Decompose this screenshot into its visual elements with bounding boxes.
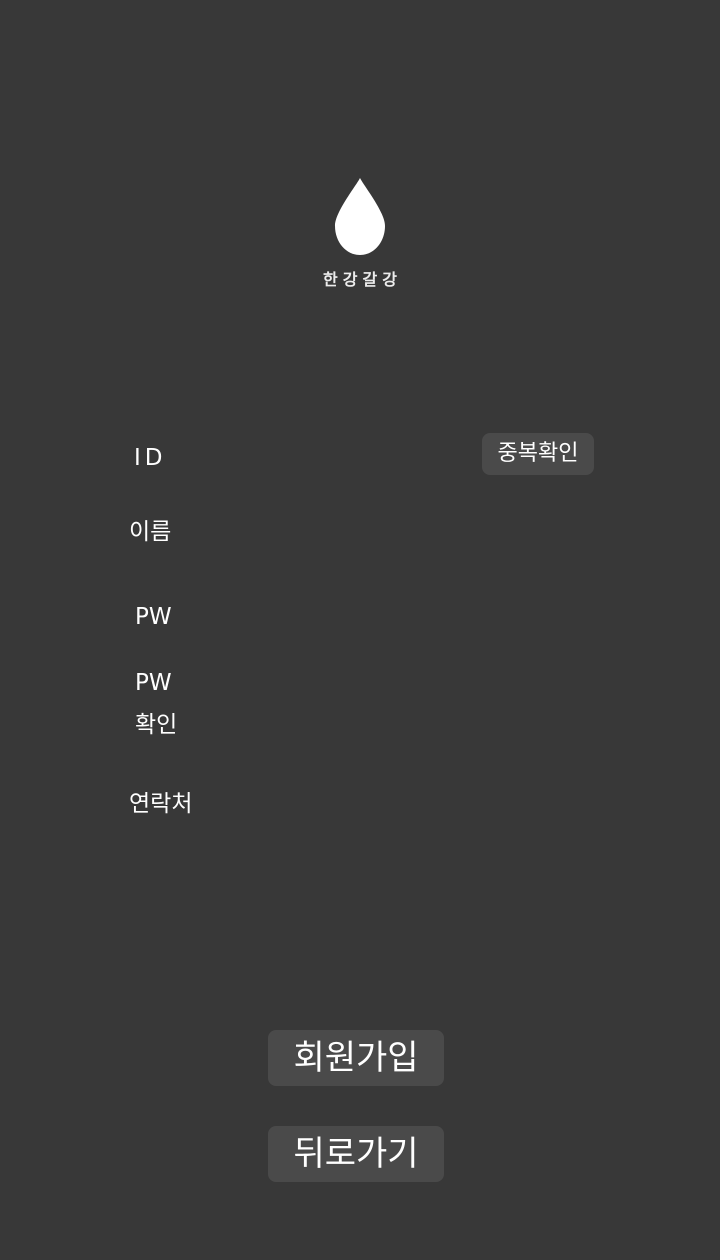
name-label: 이름 bbox=[129, 519, 172, 545]
pw-label: PW bbox=[135, 604, 172, 630]
pw-input[interactable] bbox=[210, 599, 460, 635]
pw-confirm-label-line2: 확인 bbox=[135, 712, 178, 738]
pw-confirm-input[interactable] bbox=[210, 686, 460, 722]
contact-label: 연락처 bbox=[129, 791, 193, 817]
name-input[interactable] bbox=[210, 514, 460, 550]
contact-input[interactable] bbox=[210, 786, 460, 822]
water-drop-icon bbox=[335, 178, 385, 255]
brand-name: 한강갈강 bbox=[323, 270, 402, 289]
id-label: ID bbox=[134, 445, 167, 471]
back-button[interactable]: 뒤로가기 bbox=[268, 1126, 444, 1182]
duplicate-check-button[interactable]: 중복확인 bbox=[482, 433, 594, 475]
pw-confirm-label-line1: PW bbox=[135, 670, 172, 696]
signup-button[interactable]: 회원가입 bbox=[268, 1030, 444, 1086]
id-input[interactable] bbox=[210, 440, 460, 476]
